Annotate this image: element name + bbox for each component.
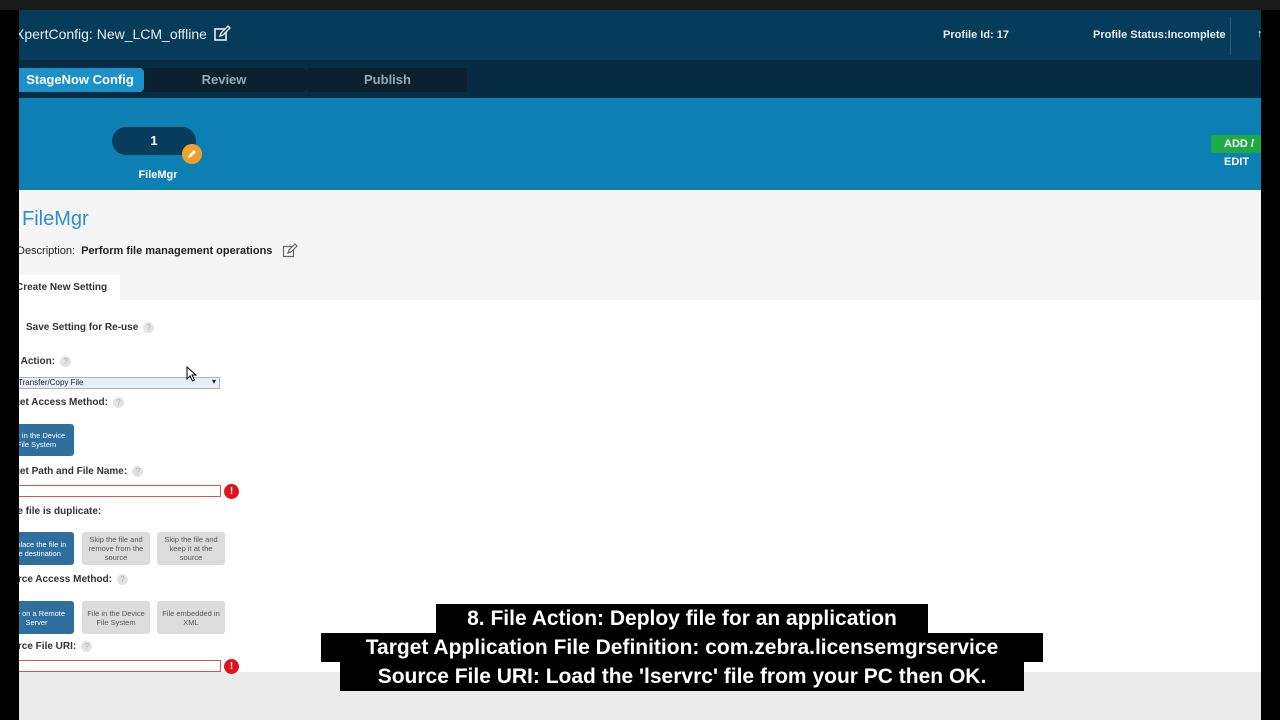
error-icon: ! — [224, 484, 239, 499]
source-uri-label: Source File URI: — [19, 641, 77, 652]
settings-band: 1 FileMgr ADD / EDIT — [19, 98, 1261, 190]
subtitle-line-2: Target Application File Definition: com.… — [321, 633, 1043, 662]
source-embedded-xml-button[interactable]: File embedded in XML — [157, 601, 225, 634]
save-setting-checkbox[interactable]: Save Setting for Re-use ? — [26, 322, 155, 333]
target-path-label-row: Target Path and File Name: ? — [19, 466, 144, 477]
description-row: Description: Perform file management ope… — [19, 243, 299, 259]
header-overflow-icon[interactable]: ↑ — [1257, 28, 1261, 40]
file-action-label-row: File Action: ? — [19, 356, 72, 367]
edit-icon[interactable] — [213, 25, 231, 43]
profile-title-text: XpertConfig: New_LCM_offline — [19, 26, 207, 42]
app-header: XpertConfig: New_LCM_offline Profile Id:… — [19, 10, 1261, 60]
setting-pill-label: FileMgr — [138, 169, 178, 181]
error-icon: ! — [224, 659, 239, 674]
duplicate-skip-remove-button[interactable]: Skip the file and remove from the source — [82, 532, 150, 565]
chevron-down-icon: ▾ — [211, 377, 216, 386]
target-access-label-row: Target Access Method: ? — [19, 397, 124, 408]
source-device-fs-button[interactable]: File in the Device File System — [82, 601, 150, 634]
profile-title: XpertConfig: New_LCM_offline — [19, 25, 231, 43]
step-stagenow-config[interactable]: StageNow Config — [19, 68, 153, 92]
profile-status: Profile Status:Incomplete — [1093, 29, 1226, 41]
subtitle-line-1: 8. File Action: Deploy file for an appli… — [436, 604, 928, 633]
mouse-cursor-icon — [186, 366, 198, 382]
profile-id: Profile Id: 17 — [943, 29, 1010, 41]
duplicate-skip-keep-button[interactable]: Skip the file and keep it at the source — [157, 532, 225, 565]
file-action-label: File Action: — [19, 356, 56, 367]
step-publish[interactable]: Publish — [308, 68, 467, 92]
help-icon[interactable]: ? — [132, 466, 144, 477]
file-action-value: Transfer/Copy File — [19, 378, 84, 387]
edit-icon[interactable] — [282, 243, 299, 259]
top-strip — [0, 0, 1280, 10]
help-icon[interactable]: ? — [112, 397, 124, 408]
wizard-steps: StageNow Config Review Publish — [19, 60, 1261, 98]
tab-create-new-setting[interactable]: Create New Setting — [19, 275, 120, 300]
save-setting-label: Save Setting for Re-use — [26, 322, 139, 333]
pencil-icon[interactable] — [182, 144, 202, 164]
description-value: Perform file management operations — [81, 245, 273, 257]
help-icon[interactable]: ? — [117, 574, 128, 585]
target-path-input[interactable] — [19, 485, 221, 497]
help-icon[interactable]: ? — [81, 641, 93, 652]
page-title: FileMgr — [22, 208, 89, 230]
help-icon[interactable]: ? — [143, 322, 155, 333]
step-review[interactable]: Review — [144, 68, 316, 92]
source-remote-server-button[interactable]: File on a Remote Server — [19, 601, 74, 634]
source-access-label: Source Access Method: — [19, 574, 112, 585]
add-edit-button[interactable]: ADD / EDIT — [1211, 135, 1261, 168]
source-uri-label-row: Source File URI: ? — [19, 641, 93, 652]
header-divider — [1230, 17, 1231, 55]
target-access-label: Target Access Method: — [19, 397, 108, 408]
help-icon[interactable]: ? — [60, 356, 72, 367]
subtitle-line-3: Source File URI: Load the 'lservrc' file… — [340, 662, 1024, 691]
duplicate-replace-button[interactable]: Replace the file in the destination — [19, 532, 74, 565]
duplicate-label: If the file is duplicate: — [19, 506, 102, 517]
description-label: Description: — [19, 245, 76, 257]
source-uri-input[interactable] — [19, 660, 221, 672]
source-access-label-row: Source Access Method: ? — [19, 574, 128, 585]
target-path-label: Target Path and File Name: — [19, 466, 128, 477]
target-access-device-fs-button[interactable]: File in the Device File System — [19, 424, 74, 456]
duplicate-label-row: If the file is duplicate: — [19, 506, 101, 517]
